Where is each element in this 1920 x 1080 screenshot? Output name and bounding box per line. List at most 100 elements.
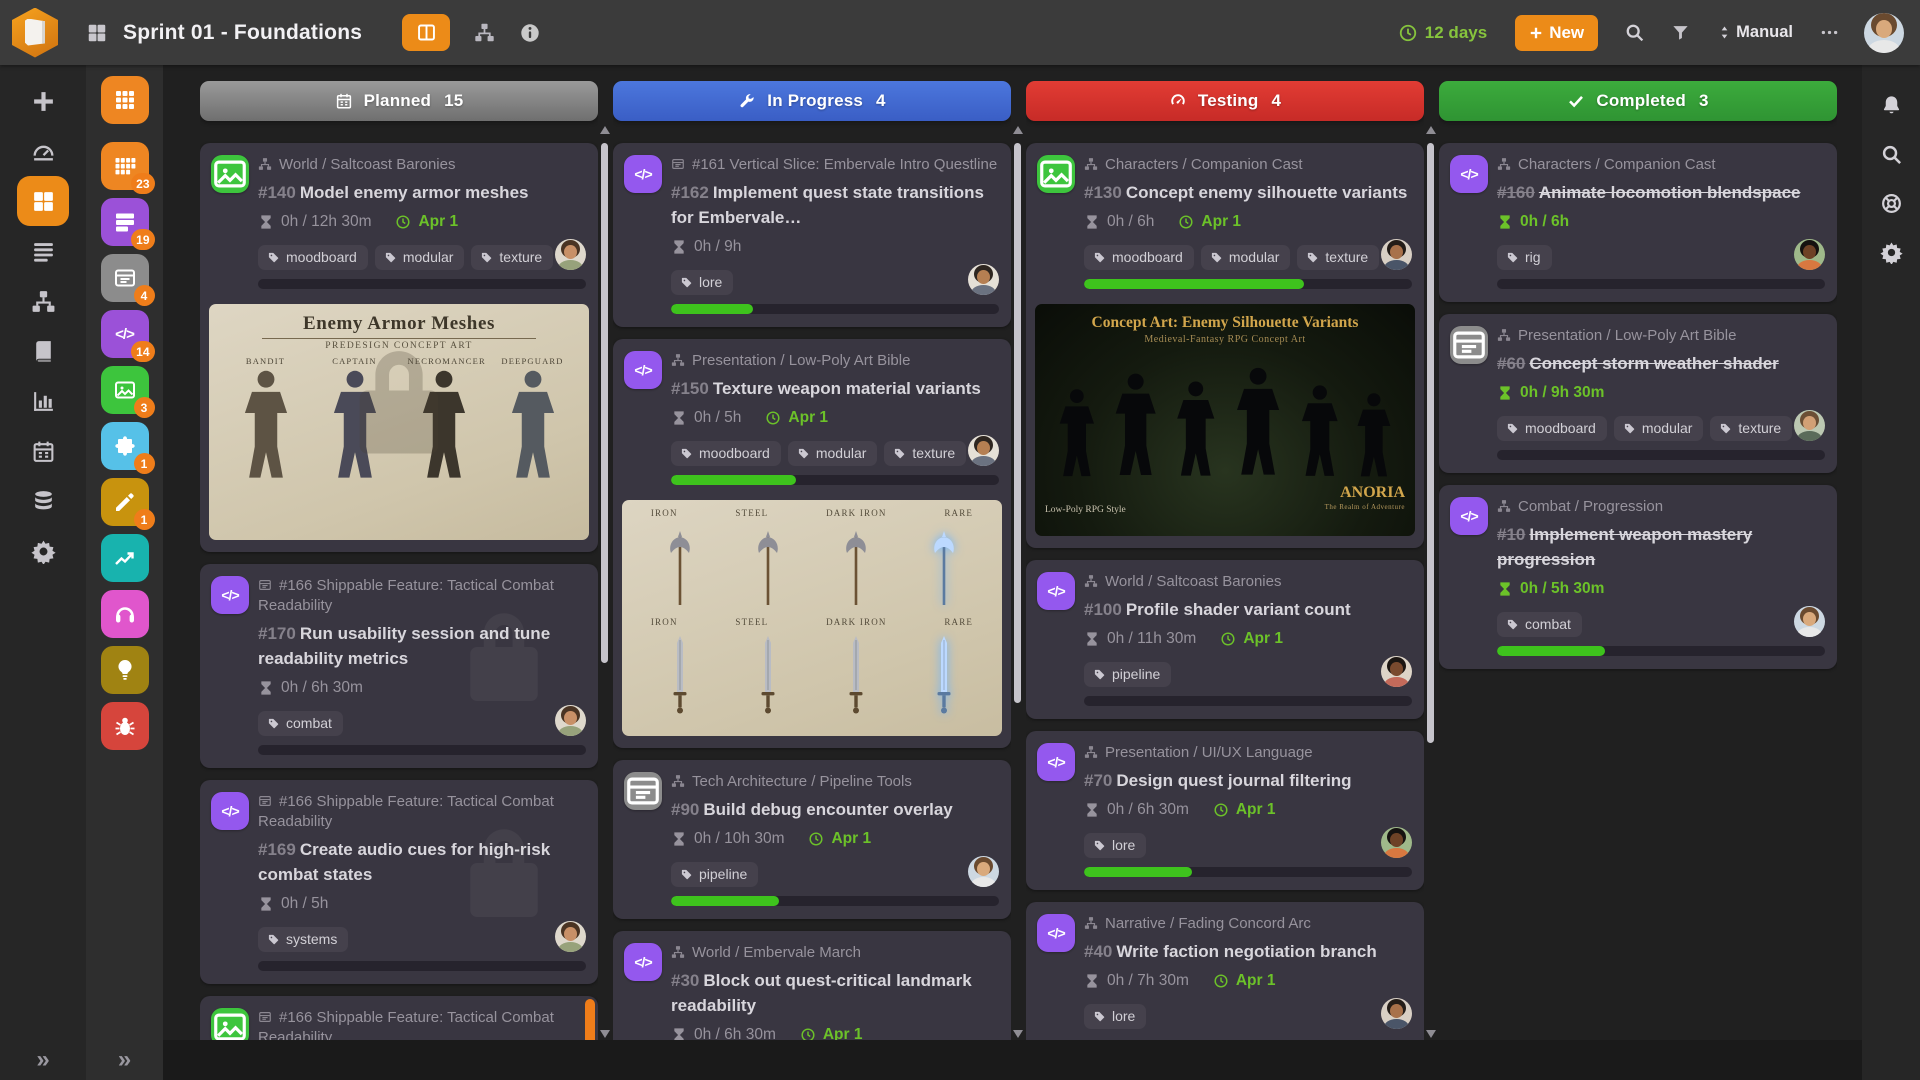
scroll-up-arrow-icon[interactable] xyxy=(1426,126,1436,134)
task-card[interactable]: Characters / Companion Cast#130Concept e… xyxy=(1026,143,1424,548)
filter-button[interactable] xyxy=(1671,23,1690,42)
tag-pill[interactable]: moodboard xyxy=(258,245,368,270)
task-type-code-icon[interactable]: </> xyxy=(624,155,662,193)
sidebar-item-add[interactable] xyxy=(17,76,69,126)
tag-pill[interactable]: moodboard xyxy=(1084,245,1194,270)
scroll-up-arrow-icon[interactable] xyxy=(600,126,610,134)
task-type-code-icon[interactable]: </> xyxy=(211,792,249,830)
sidebar-item-metrics[interactable] xyxy=(17,376,69,426)
filter-tile-ideas[interactable] xyxy=(101,646,149,694)
task-type-card-icon[interactable] xyxy=(1450,326,1488,364)
task-card[interactable]: </>Combat / Progression#10Implement weap… xyxy=(1439,485,1837,669)
more-options-button[interactable] xyxy=(1819,22,1840,43)
tag-pill[interactable]: texture xyxy=(1710,416,1792,441)
task-type-card-icon[interactable] xyxy=(624,772,662,810)
scroll-up-arrow-icon[interactable] xyxy=(1013,126,1023,134)
tag-pill[interactable]: modular xyxy=(1201,245,1291,270)
task-card[interactable]: </>World / Embervale March#30Block out q… xyxy=(613,931,1011,1040)
tag-pill[interactable]: rig xyxy=(1497,245,1552,270)
sidebar-item-backlog[interactable] xyxy=(17,226,69,276)
column-header[interactable]: Completed3 xyxy=(1439,81,1837,121)
task-card[interactable]: World / Saltcoast Baronies#140Model enem… xyxy=(200,143,598,552)
card-context[interactable]: World / Saltcoast Baronies xyxy=(258,155,586,175)
task-card[interactable]: </>World / Saltcoast Baronies#100Profile… xyxy=(1026,560,1424,719)
card-context[interactable]: Presentation / UI/UX Language xyxy=(1084,743,1412,763)
task-card[interactable]: Tech Architecture / Pipeline Tools#90Bui… xyxy=(613,760,1011,919)
task-card[interactable]: </>Characters / Companion Cast#160Animat… xyxy=(1439,143,1837,302)
tag-pill[interactable]: texture xyxy=(1297,245,1379,270)
tag-pill[interactable]: lore xyxy=(671,270,733,295)
column-scrollbar[interactable] xyxy=(600,126,609,1038)
scrollbar-thumb[interactable] xyxy=(1014,143,1021,703)
sidebar-item-hierarchy[interactable] xyxy=(17,276,69,326)
card-context[interactable]: Presentation / Low-Poly Art Bible xyxy=(671,351,999,371)
filter-tile-bugs[interactable] xyxy=(101,702,149,750)
task-card[interactable]: </>#166 Shippable Feature: Tactical Comb… xyxy=(200,780,598,984)
tag-pill[interactable]: texture xyxy=(471,245,553,270)
task-type-code-icon[interactable]: </> xyxy=(211,576,249,614)
sort-selector[interactable]: Manual xyxy=(1716,23,1793,42)
filter-sidebar-expand-button[interactable]: » xyxy=(118,1048,131,1072)
card-context[interactable]: Tech Architecture / Pipeline Tools xyxy=(671,772,999,792)
sidebar-item-board[interactable] xyxy=(17,176,69,226)
sidebar-item-dashboard[interactable] xyxy=(17,126,69,176)
tag-pill[interactable]: pipeline xyxy=(1084,662,1171,687)
tag-pill[interactable]: pipeline xyxy=(671,862,758,887)
sidebar-item-design-docs[interactable] xyxy=(17,326,69,376)
task-type-code-icon[interactable]: </> xyxy=(1450,155,1488,193)
filter-tile-all-items[interactable] xyxy=(101,76,149,124)
tag-pill[interactable]: combat xyxy=(258,711,343,736)
card-context[interactable]: #166 Shippable Feature: Tactical Combat … xyxy=(258,792,586,832)
filter-tile-writing[interactable]: 1 xyxy=(101,478,149,526)
rightbar-item-help[interactable] xyxy=(1880,179,1903,228)
search-button[interactable] xyxy=(1624,22,1645,43)
filter-tile-cards[interactable]: 4 xyxy=(101,254,149,302)
task-type-code-icon[interactable]: </> xyxy=(624,943,662,981)
sidebar-item-data[interactable] xyxy=(17,476,69,526)
card-context[interactable]: Presentation / Low-Poly Art Bible xyxy=(1497,326,1825,346)
task-type-code-icon[interactable]: </> xyxy=(1037,914,1075,952)
scrollbar-thumb[interactable] xyxy=(601,143,608,663)
card-context[interactable]: Characters / Companion Cast xyxy=(1497,155,1825,175)
column-header[interactable]: Testing4 xyxy=(1026,81,1424,121)
sidebar-expand-button[interactable]: » xyxy=(36,1048,49,1072)
project-grid-icon[interactable] xyxy=(86,22,108,44)
card-context[interactable]: Narrative / Fading Concord Arc xyxy=(1084,914,1412,934)
card-context[interactable]: #166 Shippable Feature: Tactical Combat … xyxy=(258,1008,586,1040)
tag-pill[interactable]: lore xyxy=(1084,1004,1146,1029)
new-task-button[interactable]: New xyxy=(1515,15,1598,51)
sidebar-item-calendar[interactable] xyxy=(17,426,69,476)
card-context[interactable]: Characters / Companion Cast xyxy=(1084,155,1412,175)
card-context[interactable]: #166 Shippable Feature: Tactical Combat … xyxy=(258,576,586,616)
tag-pill[interactable]: modular xyxy=(1614,416,1704,441)
tag-pill[interactable]: modular xyxy=(375,245,465,270)
board-view-button[interactable] xyxy=(402,14,450,51)
scrollbar-thumb[interactable] xyxy=(1427,143,1434,743)
filter-tile-art[interactable]: 3 xyxy=(101,366,149,414)
tag-pill[interactable]: combat xyxy=(1497,612,1582,637)
user-avatar[interactable] xyxy=(1864,13,1904,53)
info-button[interactable] xyxy=(519,22,541,44)
task-type-image-icon[interactable] xyxy=(211,1008,249,1040)
rightbar-item-notifications[interactable] xyxy=(1880,81,1903,130)
card-context[interactable]: #161 Vertical Slice: Embervale Intro Que… xyxy=(671,155,999,175)
filter-tile-boards[interactable]: 23 xyxy=(101,142,149,190)
filter-tile-integrations[interactable]: 1 xyxy=(101,422,149,470)
sidebar-item-settings[interactable] xyxy=(17,526,69,576)
task-card[interactable]: </> #161 Vertical Slice: Embervale Intro … xyxy=(613,143,1011,327)
card-context[interactable]: World / Saltcoast Baronies xyxy=(1084,572,1412,592)
tag-pill[interactable]: lore xyxy=(1084,833,1146,858)
task-type-code-icon[interactable]: </> xyxy=(1037,572,1075,610)
tag-pill[interactable]: moodboard xyxy=(1497,416,1607,441)
filter-tile-marketing[interactable] xyxy=(101,534,149,582)
filter-tile-notes[interactable]: 19 xyxy=(101,198,149,246)
task-type-code-icon[interactable]: </> xyxy=(1037,743,1075,781)
task-card[interactable]: #166 Shippable Feature: Tactical Combat … xyxy=(200,996,598,1040)
task-card[interactable]: </>Presentation / UI/UX Language#70Desig… xyxy=(1026,731,1424,890)
task-type-image-icon[interactable] xyxy=(1037,155,1075,193)
scroll-down-arrow-icon[interactable] xyxy=(600,1030,610,1038)
column-header[interactable]: Planned15 xyxy=(200,81,598,121)
task-type-image-icon[interactable] xyxy=(211,155,249,193)
app-logo-icon[interactable] xyxy=(12,8,58,58)
filter-tile-audio[interactable] xyxy=(101,590,149,638)
